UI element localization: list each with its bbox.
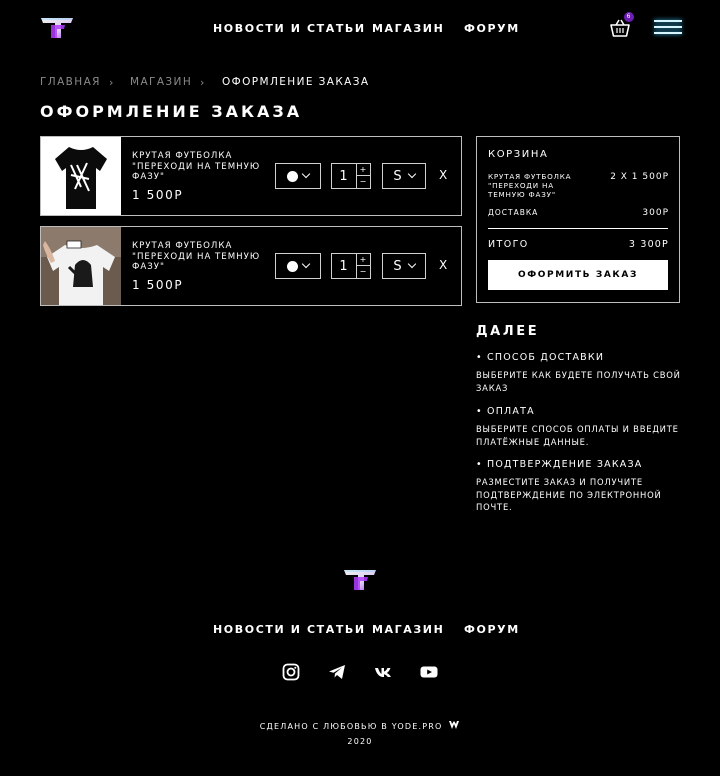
breadcrumb-shop[interactable]: Магазин — [130, 76, 192, 88]
copyright-year: 2020 — [347, 737, 373, 746]
footer-logo[interactable] — [343, 568, 377, 592]
summary-total-label: Итого — [488, 239, 529, 250]
step-description: Выберите способ оплаты и введите платёжн… — [476, 424, 679, 447]
summary-heading: Корзина — [488, 149, 549, 160]
product-title: Крутая футболка "Переходи на темную фазу… — [132, 241, 261, 272]
instagram-icon[interactable] — [282, 663, 300, 681]
cart-item: Крутая футболка "Переходи на темную фазу… — [40, 136, 462, 216]
quantity-value: 1 — [339, 258, 349, 274]
telegram-icon[interactable] — [328, 663, 346, 681]
product-price: 1 500р — [132, 188, 184, 202]
chevron-down-icon — [301, 169, 311, 179]
page-title: Оформление заказа — [40, 102, 303, 121]
remove-item-button[interactable]: X — [439, 168, 448, 182]
color-swatch — [287, 260, 298, 272]
quantity-value: 1 — [339, 168, 349, 184]
quantity-stepper[interactable]: 1 + − — [331, 163, 371, 189]
product-image-black-tshirt[interactable] — [41, 137, 121, 215]
summary-delivery-label: Доставка — [488, 208, 539, 217]
made-by-text[interactable]: Сделано с любовью в yode.pro — [0, 720, 720, 731]
color-select[interactable] — [275, 163, 321, 189]
step-heading: • Способ доставки — [476, 352, 605, 363]
chevron-down-icon — [301, 259, 311, 269]
step-description: Выберите как будете получать свой заказ — [476, 370, 681, 393]
color-swatch — [287, 170, 298, 182]
product-price: 1 500р — [132, 278, 184, 292]
product-title: Крутая футболка "Переходи на темную фазу… — [132, 151, 261, 182]
cart-item: Крутая футболка "Переходи на темную фазу… — [40, 226, 462, 306]
site-logo[interactable] — [40, 16, 74, 40]
nav-forum[interactable]: Форум — [464, 22, 520, 35]
checkout-button[interactable]: Оформить заказ — [488, 260, 668, 290]
size-select[interactable]: S — [382, 253, 426, 279]
breadcrumb-separator: › — [109, 76, 115, 89]
summary-divider — [488, 228, 668, 229]
cart-count-badge: 6 — [624, 12, 634, 22]
breadcrumb-separator: › — [200, 76, 206, 89]
made-by-label: Сделано с любовью в yode.pro — [259, 722, 443, 731]
summary-item-value: 2 x 1 500р — [610, 172, 669, 182]
chevron-down-icon — [407, 259, 416, 269]
summary-total-value: 3 300р — [628, 239, 669, 250]
quantity-stepper[interactable]: 1 + − — [331, 253, 371, 279]
vk-icon[interactable] — [374, 663, 392, 681]
summary-item-name: Крутая футболка "Переходи на темную фазу… — [488, 172, 572, 199]
remove-item-button[interactable]: X — [439, 258, 448, 272]
breadcrumb-home[interactable]: Главная — [40, 76, 101, 88]
chevron-down-icon — [407, 169, 416, 179]
color-select[interactable] — [275, 253, 321, 279]
quantity-decrement-button[interactable]: − — [357, 176, 370, 188]
footer-nav-news[interactable]: Новости и статьи — [213, 623, 366, 636]
size-value: S — [393, 168, 403, 184]
footer-nav-forum[interactable]: Форум — [464, 623, 520, 636]
summary-delivery-value: 300р — [642, 208, 669, 218]
size-value: S — [393, 258, 403, 274]
nav-news[interactable]: Новости и статьи — [213, 22, 366, 35]
quantity-increment-button[interactable]: + — [357, 254, 370, 266]
next-steps-title: Далее — [476, 324, 540, 339]
menu-button[interactable] — [654, 20, 682, 36]
step-description: Разместите заказ и получите подтверждени… — [476, 477, 662, 512]
product-image-white-tshirt[interactable] — [41, 227, 121, 305]
step-heading: • Подтверждение заказа — [476, 459, 643, 470]
menu-line — [654, 32, 682, 34]
quantity-decrement-button[interactable]: − — [357, 266, 370, 278]
footer-nav-shop[interactable]: Магазин — [372, 623, 444, 636]
menu-line — [654, 26, 682, 28]
quantity-increment-button[interactable]: + — [357, 164, 370, 176]
yode-logo-icon — [449, 721, 460, 729]
youtube-icon[interactable] — [420, 663, 438, 681]
step-heading: • Оплата — [476, 406, 535, 417]
menu-line — [654, 20, 682, 22]
size-select[interactable]: S — [382, 163, 426, 189]
nav-shop[interactable]: Магазин — [372, 22, 444, 35]
breadcrumb-current: Оформление заказа — [222, 76, 370, 88]
order-summary: Корзина Крутая футболка "Переходи на тем… — [476, 136, 680, 303]
